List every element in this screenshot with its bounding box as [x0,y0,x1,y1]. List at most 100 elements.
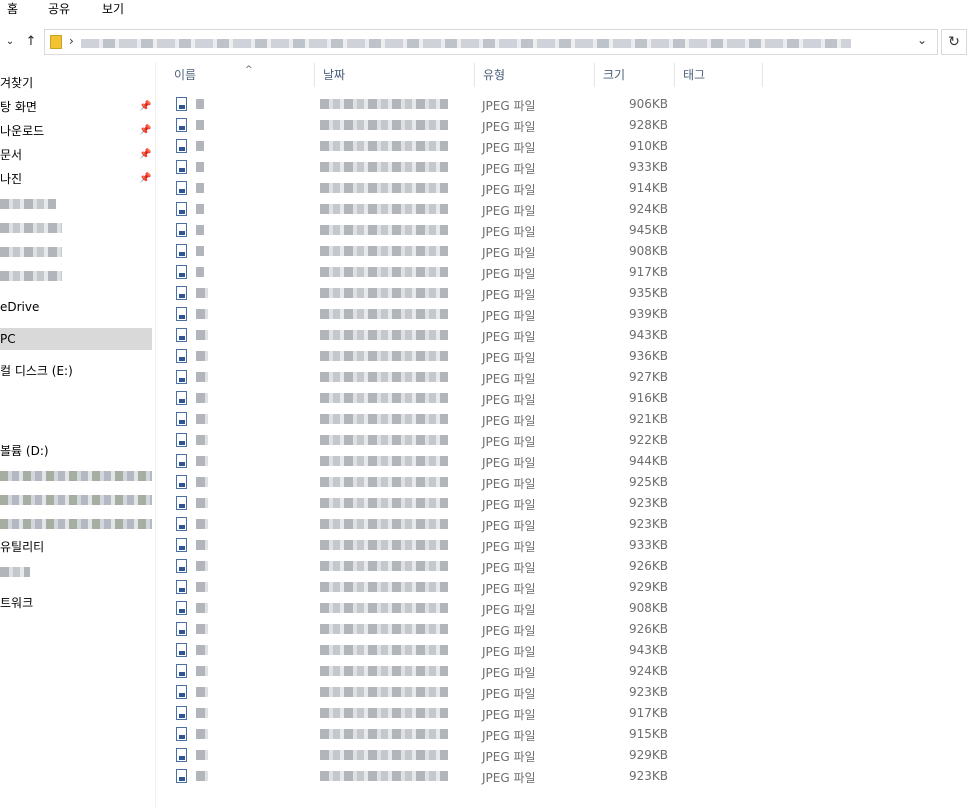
file-name-redacted [196,330,208,340]
pane-divider[interactable] [155,62,156,807]
file-type: JPEG 파일 [482,435,536,449]
sidebar-item[interactable]: 컬 디스크 (E:) [0,360,152,382]
file-date-redacted [320,288,448,298]
file-row[interactable]: JPEG 파일 929KB [160,745,760,766]
file-row[interactable]: JPEG 파일 922KB [160,430,760,451]
sidebar-item[interactable] [0,216,152,238]
file-row[interactable]: JPEG 파일 943KB [160,325,760,346]
sort-ascending-icon: ^ [245,65,253,75]
file-row[interactable]: JPEG 파일 917KB [160,703,760,724]
file-type: JPEG 파일 [482,183,536,197]
sidebar-item[interactable]: 문서 📌 [0,144,152,166]
file-row[interactable]: JPEG 파일 915KB [160,724,760,745]
sidebar-item[interactable]: 볼륨 (D:) [0,440,152,462]
file-size: 923KB [628,685,668,699]
tab-share[interactable]: 공유 [48,0,70,17]
file-row[interactable]: JPEG 파일 945KB [160,220,760,241]
file-name-redacted [196,225,204,235]
path-separator-icon[interactable]: › [69,34,74,48]
column-header-tags[interactable]: 태그 [675,63,763,87]
file-row[interactable]: JPEG 파일 908KB [160,241,760,262]
file-name-redacted [196,435,208,445]
file-row[interactable]: JPEG 파일 925KB [160,472,760,493]
column-header-size[interactable]: 크기 [595,63,675,87]
file-row[interactable]: JPEG 파일 917KB [160,262,760,283]
sidebar-item[interactable] [0,464,152,486]
recent-locations-chevron-icon[interactable]: ⌄ [2,34,18,50]
sidebar-item[interactable] [0,192,152,214]
file-row[interactable]: JPEG 파일 926KB [160,619,760,640]
sidebar-item[interactable] [0,264,152,286]
file-row[interactable]: JPEG 파일 928KB [160,115,760,136]
file-row[interactable]: JPEG 파일 916KB [160,388,760,409]
sidebar-item-label: PC [0,332,16,346]
refresh-button[interactable]: ↻ [941,29,967,55]
address-bar[interactable]: › ⌄ [44,29,938,55]
file-name-redacted [196,456,208,466]
file-row[interactable]: JPEG 파일 944KB [160,451,760,472]
sidebar-item[interactable]: 겨찾기 [0,72,152,94]
tab-view[interactable]: 보기 [102,0,124,17]
jpeg-file-icon [176,391,187,405]
file-row[interactable]: JPEG 파일 936KB [160,346,760,367]
file-row[interactable]: JPEG 파일 923KB [160,766,760,787]
chevron-down-icon[interactable]: ⌄ [917,33,927,47]
jpeg-file-icon [176,559,187,573]
file-type: JPEG 파일 [482,141,536,155]
sidebar-item-label: 트워크 [0,596,34,610]
tab-home[interactable]: 홈 [7,0,18,17]
file-name-redacted [196,540,208,550]
sidebar-item[interactable]: 나진 📌 [0,168,152,190]
sidebar-item[interactable] [0,512,152,534]
file-row[interactable]: JPEG 파일 923KB [160,682,760,703]
file-name-redacted [196,729,208,739]
jpeg-file-icon [176,685,187,699]
address-row: ⌄ ↑ › ⌄ ↻ [0,27,974,59]
file-row[interactable]: JPEG 파일 939KB [160,304,760,325]
file-date-redacted [320,771,448,781]
file-row[interactable]: JPEG 파일 924KB [160,199,760,220]
file-row[interactable]: JPEG 파일 933KB [160,535,760,556]
file-date-redacted [320,267,448,277]
pin-icon: 📌 [139,149,152,160]
file-row[interactable]: JPEG 파일 923KB [160,493,760,514]
sidebar-item[interactable]: PC [0,328,152,350]
file-row[interactable]: JPEG 파일 910KB [160,136,760,157]
column-header-name[interactable]: 이름 ^ [166,63,315,87]
file-type: JPEG 파일 [482,309,536,323]
file-name-redacted [196,393,208,403]
sidebar-item[interactable]: eDrive [0,296,152,318]
file-type: JPEG 파일 [482,750,536,764]
file-row[interactable]: JPEG 파일 924KB [160,661,760,682]
sidebar-item[interactable]: 탕 화면 📌 [0,96,152,118]
file-name-redacted [196,771,208,781]
file-row[interactable]: JPEG 파일 908KB [160,598,760,619]
column-header-type[interactable]: 유형 [475,63,595,87]
column-header-date[interactable]: 날짜 [315,63,475,87]
file-row[interactable]: JPEG 파일 914KB [160,178,760,199]
file-size: 925KB [628,475,668,489]
sidebar-item[interactable]: 나운로드 📌 [0,120,152,142]
sidebar-item[interactable]: 유틸리티 [0,536,152,558]
file-row[interactable]: JPEG 파일 929KB [160,577,760,598]
file-row[interactable]: JPEG 파일 906KB [160,94,760,115]
sidebar-item[interactable]: 트워크 [0,592,152,614]
sidebar-item-label-redacted [0,470,152,481]
jpeg-file-icon [176,307,187,321]
jpeg-file-icon [176,706,187,720]
jpeg-file-icon [176,517,187,531]
file-row[interactable]: JPEG 파일 926KB [160,556,760,577]
file-row[interactable]: JPEG 파일 935KB [160,283,760,304]
up-arrow-icon[interactable]: ↑ [23,34,39,50]
sidebar-item[interactable] [0,560,152,582]
file-row[interactable]: JPEG 파일 921KB [160,409,760,430]
file-row[interactable]: JPEG 파일 923KB [160,514,760,535]
file-row[interactable]: JPEG 파일 933KB [160,157,760,178]
jpeg-file-icon [176,286,187,300]
file-type: JPEG 파일 [482,708,536,722]
file-row[interactable]: JPEG 파일 943KB [160,640,760,661]
column-tags-label: 태그 [683,68,706,82]
file-row[interactable]: JPEG 파일 927KB [160,367,760,388]
sidebar-item[interactable] [0,240,152,262]
sidebar-item[interactable] [0,488,152,510]
